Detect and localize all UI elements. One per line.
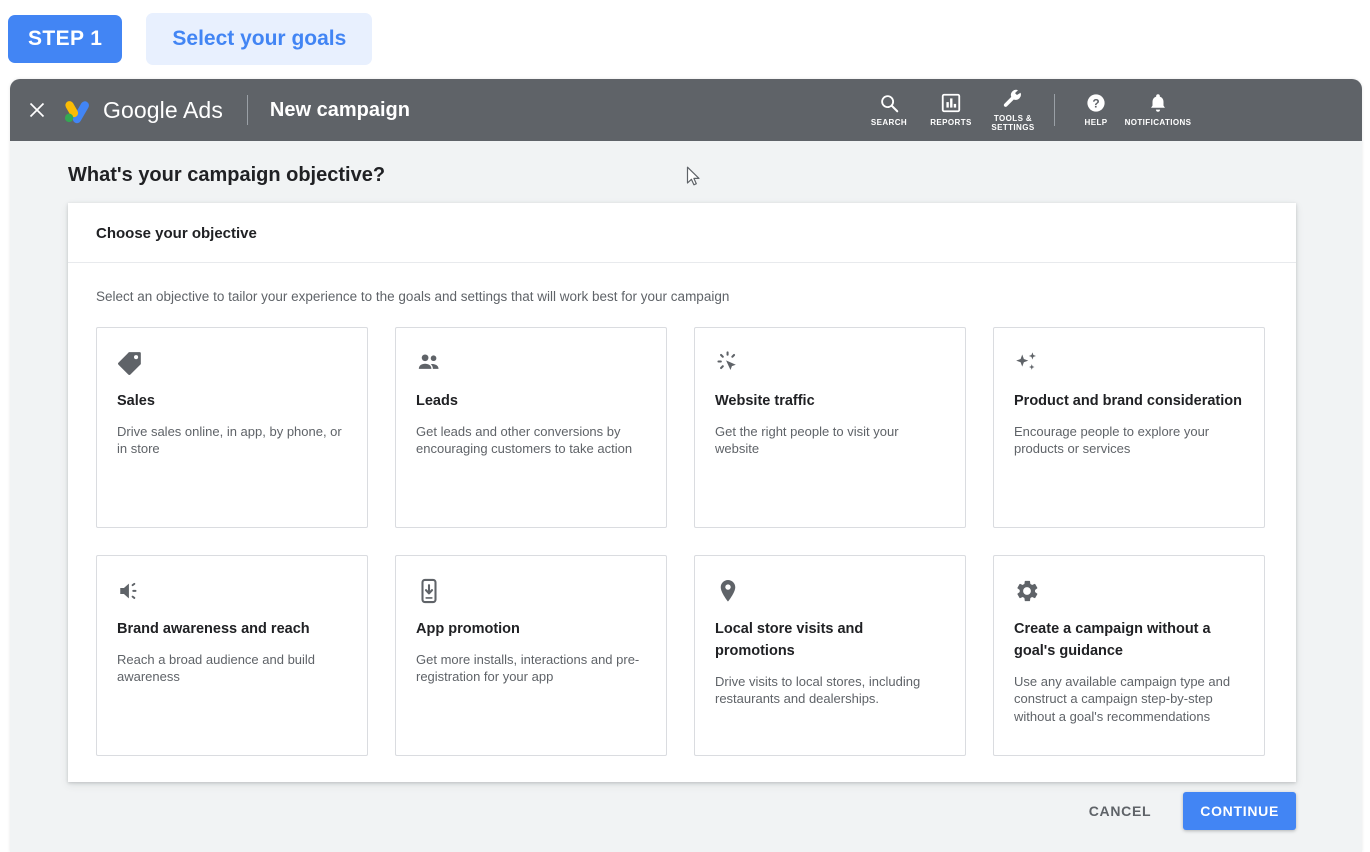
gear-settings-icon <box>1014 578 1244 606</box>
card-subtitle: Select an objective to tailor your exper… <box>68 263 1296 304</box>
page-title: What's your campaign objective? <box>68 164 1362 187</box>
help-label: HELP <box>1085 118 1108 127</box>
objective-title: Brand awareness and reach <box>117 619 347 641</box>
tag-icon <box>117 350 347 378</box>
location-pin-icon <box>715 578 945 606</box>
objective-card-brand-awareness-reach[interactable]: Brand awareness and reach Reach a broad … <box>96 555 368 756</box>
objective-title: Sales <box>117 391 347 413</box>
objective-description: Drive visits to local stores, including … <box>715 673 945 708</box>
continue-button[interactable]: CONTINUE <box>1183 792 1296 830</box>
search-label: SEARCH <box>871 118 907 127</box>
objective-title: Create a campaign without a goal's guida… <box>1014 619 1244 663</box>
topbar-actions-divider <box>1054 94 1055 126</box>
google-ads-logo-icon <box>62 95 92 125</box>
phone-download-icon <box>416 578 646 606</box>
objective-description: Encourage people to explore your product… <box>1014 423 1244 458</box>
reports-label: REPORTS <box>930 118 971 127</box>
people-group-icon <box>416 350 646 378</box>
wrench-icon <box>1002 88 1024 110</box>
objective-description: Get the right people to visit your websi… <box>715 423 945 458</box>
reports-bar-chart-icon <box>940 92 962 114</box>
objective-title: Product and brand consideration <box>1014 391 1244 413</box>
objective-grid: Sales Drive sales online, in app, by pho… <box>68 304 1296 782</box>
objective-card-no-goal-guidance[interactable]: Create a campaign without a goal's guida… <box>993 555 1265 756</box>
topbar-divider <box>247 95 248 125</box>
topbar-actions: SEARCH REPORTS <box>858 79 1189 141</box>
objective-description: Drive sales online, in app, by phone, or… <box>117 423 347 458</box>
brand-name: Google Ads <box>103 97 223 124</box>
google-ads-window: Google Ads New campaign SEARCH <box>10 79 1362 852</box>
close-icon[interactable] <box>21 94 53 126</box>
objective-title: Local store visits and promotions <box>715 619 945 663</box>
sparkles-stars-icon <box>1014 350 1244 378</box>
tools-settings-label: TOOLS & SETTINGS <box>982 114 1044 132</box>
ads-click-cursor-icon <box>715 350 945 378</box>
notifications-button[interactable]: NOTIFICATIONS <box>1127 79 1189 141</box>
brand-logo-group[interactable]: Google Ads <box>62 95 223 125</box>
step-chip-select-your-goals[interactable]: Select your goals <box>146 13 372 65</box>
objective-title: App promotion <box>416 619 646 641</box>
help-question-icon: ? <box>1085 92 1107 114</box>
step-indicator-strip: STEP 1 Select your goals <box>0 0 1370 78</box>
cancel-button[interactable]: CANCEL <box>1075 793 1166 829</box>
app-topbar: Google Ads New campaign SEARCH <box>10 79 1362 141</box>
objective-description: Get more installs, interactions and pre-… <box>416 651 646 686</box>
objective-card-local-store-visits[interactable]: Local store visits and promotions Drive … <box>694 555 966 756</box>
objective-description: Get leads and other conversions by encou… <box>416 423 646 458</box>
notifications-bell-icon <box>1147 92 1169 114</box>
card-title: Choose your objective <box>68 203 1296 263</box>
objective-title: Website traffic <box>715 391 945 413</box>
speaker-volume-icon <box>117 578 347 606</box>
objective-description: Use any available campaign type and cons… <box>1014 673 1244 726</box>
notifications-label: NOTIFICATIONS <box>1125 118 1192 127</box>
search-icon <box>878 92 900 114</box>
svg-text:?: ? <box>1092 97 1099 111</box>
campaign-title: New campaign <box>270 99 410 122</box>
objective-description: Reach a broad audience and build awarene… <box>117 651 347 686</box>
objective-card-website-traffic[interactable]: Website traffic Get the right people to … <box>694 327 966 528</box>
step-badge: STEP 1 <box>8 15 122 63</box>
reports-button[interactable]: REPORTS <box>920 79 982 141</box>
footer-actions: CANCEL CONTINUE <box>1075 792 1296 830</box>
objective-card-leads[interactable]: Leads Get leads and other conversions by… <box>395 327 667 528</box>
help-button[interactable]: ? HELP <box>1065 79 1127 141</box>
objective-card-sales[interactable]: Sales Drive sales online, in app, by pho… <box>96 327 368 528</box>
objective-card-app-promotion[interactable]: App promotion Get more installs, interac… <box>395 555 667 756</box>
objective-chooser-card: Choose your objective Select an objectiv… <box>68 203 1296 782</box>
objective-title: Leads <box>416 391 646 413</box>
tools-settings-button[interactable]: TOOLS & SETTINGS <box>982 79 1044 141</box>
search-button[interactable]: SEARCH <box>858 79 920 141</box>
objective-card-product-brand-consideration[interactable]: Product and brand consideration Encourag… <box>993 327 1265 528</box>
